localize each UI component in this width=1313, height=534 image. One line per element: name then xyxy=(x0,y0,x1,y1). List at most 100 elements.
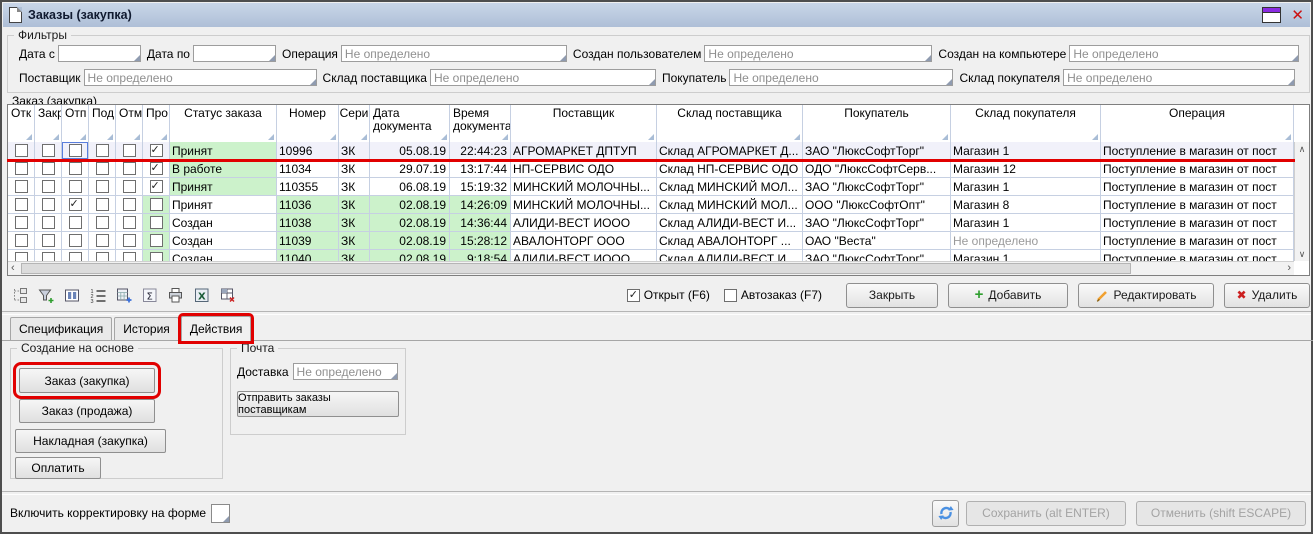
row-checkbox-c3[interactable] xyxy=(69,144,82,157)
delivery-input[interactable]: Не определено xyxy=(293,363,398,380)
row-checkbox-c6[interactable] xyxy=(150,234,163,247)
close-orders-button[interactable]: Закрыть xyxy=(846,283,938,308)
row-checkbox-c4[interactable] xyxy=(96,144,109,157)
filter-input-date-to[interactable] xyxy=(193,45,276,62)
vertical-scrollbar[interactable]: ∧ ∨ xyxy=(1294,142,1309,261)
row-checkbox-c3[interactable] xyxy=(69,198,82,211)
row-checkbox-c2[interactable] xyxy=(42,234,55,247)
table-row[interactable]: Создан11039ЗК02.08.1915:28:12АВАЛОНТОРГ … xyxy=(8,232,1294,250)
structure-icon[interactable] xyxy=(7,283,33,307)
header-cell-c1[interactable]: Отк xyxy=(8,105,35,142)
h-scroll-thumb[interactable] xyxy=(21,263,1131,274)
filter-input-supplier[interactable]: Не определено xyxy=(84,69,317,86)
filter-input-buyer-warehouse[interactable]: Не определено xyxy=(1063,69,1295,86)
row-checkbox-c1[interactable] xyxy=(15,216,28,229)
header-cell-operation[interactable]: Операция xyxy=(1101,105,1294,142)
row-checkbox-c1[interactable] xyxy=(15,162,28,175)
create-invoice-purchase-button[interactable]: Накладная (закупка) xyxy=(15,429,166,453)
row-checkbox-c2[interactable] xyxy=(42,180,55,193)
row-checkbox-c1[interactable] xyxy=(15,234,28,247)
numbered-list-icon[interactable]: 123 xyxy=(85,283,111,307)
row-checkbox-c5[interactable] xyxy=(123,198,136,211)
header-cell-c5[interactable]: Отм xyxy=(116,105,143,142)
row-checkbox-c4[interactable] xyxy=(96,162,109,175)
columns-icon[interactable] xyxy=(59,283,85,307)
refresh-button[interactable] xyxy=(932,500,959,527)
row-checkbox-c3[interactable] xyxy=(69,180,82,193)
table-row[interactable]: Принят10996ЗК05.08.1922:44:23АГРОМАРКЕТ … xyxy=(8,142,1294,160)
row-checkbox-c4[interactable] xyxy=(96,180,109,193)
tab-history[interactable]: История xyxy=(114,317,179,340)
header-cell-supplier[interactable]: Поставщик xyxy=(511,105,657,142)
filter-input-operation[interactable]: Не определено xyxy=(341,45,567,62)
row-checkbox-c2[interactable] xyxy=(42,252,55,261)
header-cell-supplier_wh[interactable]: Склад поставщика xyxy=(657,105,803,142)
header-cell-time[interactable]: Времядокумента xyxy=(450,105,511,142)
row-checkbox-c6[interactable] xyxy=(150,198,163,211)
send-orders-button[interactable]: Отправить заказы поставщикам xyxy=(237,391,399,417)
row-checkbox-c3[interactable] xyxy=(69,162,82,175)
row-checkbox-c5[interactable] xyxy=(123,216,136,229)
calc-add-icon[interactable] xyxy=(111,283,137,307)
filter-add-icon[interactable] xyxy=(33,283,59,307)
row-checkbox-c5[interactable] xyxy=(123,234,136,247)
header-cell-c2[interactable]: Закр xyxy=(35,105,62,142)
close-window-button[interactable]: ✕ xyxy=(1291,8,1304,22)
row-checkbox-c4[interactable] xyxy=(96,252,109,261)
row-checkbox-c2[interactable] xyxy=(42,216,55,229)
excel-export-icon[interactable]: X xyxy=(189,283,215,307)
filter-input-created-by-user[interactable]: Не определено xyxy=(704,45,932,62)
filter-input-created-on-computer[interactable]: Не определено xyxy=(1069,45,1299,62)
table-row[interactable]: Создан11040ЗК02.08.199:18:54АЛИДИ-ВЕСТ И… xyxy=(8,250,1294,261)
table-row[interactable]: Принят110355ЗК06.08.1915:19:32МИНСКИЙ МО… xyxy=(8,178,1294,196)
print-icon[interactable] xyxy=(163,283,189,307)
correction-checkbox[interactable] xyxy=(211,504,230,523)
clear-table-icon[interactable] xyxy=(215,283,241,307)
cancel-button[interactable]: Отменить (shift ESCAPE) xyxy=(1136,501,1306,526)
filter-input-buyer[interactable]: Не определено xyxy=(729,69,953,86)
edit-button[interactable]: Редактировать xyxy=(1078,283,1214,308)
add-button[interactable]: +Добавить xyxy=(948,283,1068,308)
row-checkbox-c6[interactable] xyxy=(150,180,163,193)
header-cell-c6[interactable]: Про xyxy=(143,105,170,142)
pay-button[interactable]: Оплатить xyxy=(15,457,101,479)
scroll-up-button[interactable]: ∧ xyxy=(1295,144,1309,154)
save-button[interactable]: Сохранить (alt ENTER) xyxy=(966,501,1126,526)
scroll-right-button[interactable]: › xyxy=(1287,262,1291,274)
header-cell-c3[interactable]: Отп xyxy=(62,105,89,142)
row-checkbox-c2[interactable] xyxy=(42,162,55,175)
header-cell-series[interactable]: Сери xyxy=(339,105,370,142)
row-checkbox-c4[interactable] xyxy=(96,216,109,229)
row-checkbox-c1[interactable] xyxy=(15,144,28,157)
row-checkbox-c2[interactable] xyxy=(42,144,55,157)
row-checkbox-c4[interactable] xyxy=(96,198,109,211)
header-cell-buyer_wh[interactable]: Склад покупателя xyxy=(951,105,1101,142)
row-checkbox-c5[interactable] xyxy=(123,144,136,157)
tab-actions[interactable]: Действия xyxy=(181,316,252,341)
scroll-down-button[interactable]: ∨ xyxy=(1295,249,1309,259)
create-order-purchase-button[interactable]: Заказ (закупка) xyxy=(19,368,155,393)
row-checkbox-c3[interactable] xyxy=(69,252,82,261)
header-cell-status[interactable]: Статус заказа xyxy=(170,105,277,142)
row-checkbox-c5[interactable] xyxy=(123,162,136,175)
row-checkbox-c3[interactable] xyxy=(69,234,82,247)
table-row[interactable]: Принят11036ЗК02.08.1914:26:09МИНСКИЙ МОЛ… xyxy=(8,196,1294,214)
row-checkbox-c6[interactable] xyxy=(150,252,163,261)
row-checkbox-c6[interactable] xyxy=(150,144,163,157)
row-checkbox-c4[interactable] xyxy=(96,234,109,247)
filter-input-date-from[interactable] xyxy=(58,45,141,62)
delete-button[interactable]: ✖Удалить xyxy=(1224,283,1310,308)
create-order-sale-button[interactable]: Заказ (продажа) xyxy=(19,399,155,423)
row-checkbox-c3[interactable] xyxy=(69,216,82,229)
row-checkbox-c2[interactable] xyxy=(42,198,55,211)
header-cell-date[interactable]: Датадокумента xyxy=(370,105,450,142)
table-row[interactable]: В работе11034ЗК29.07.1913:17:44НП-СЕРВИС… xyxy=(8,160,1294,178)
table-row[interactable]: Создан11038ЗК02.08.1914:36:44АЛИДИ-ВЕСТ … xyxy=(8,214,1294,232)
row-checkbox-c5[interactable] xyxy=(123,180,136,193)
horizontal-scrollbar[interactable]: ‹ › xyxy=(8,261,1294,275)
row-checkbox-c1[interactable] xyxy=(15,180,28,193)
row-checkbox-c1[interactable] xyxy=(15,252,28,261)
sum-icon[interactable]: Σ xyxy=(137,283,163,307)
row-checkbox-c1[interactable] xyxy=(15,198,28,211)
maximize-button[interactable] xyxy=(1262,7,1281,23)
